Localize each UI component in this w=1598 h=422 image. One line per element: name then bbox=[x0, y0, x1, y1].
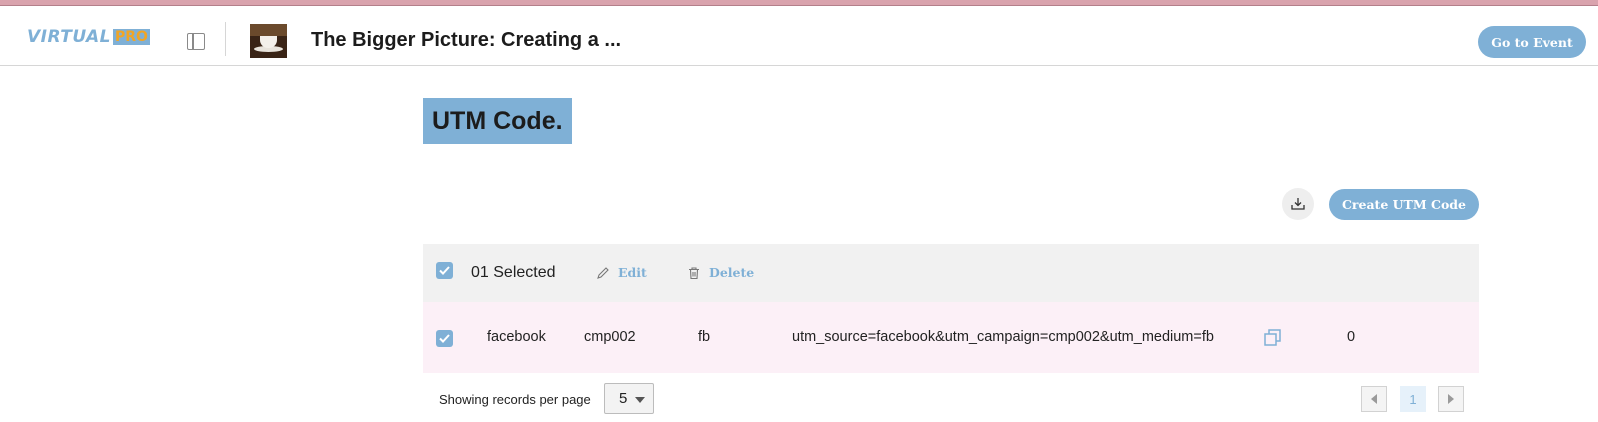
per-page-select[interactable]: 5 bbox=[604, 383, 654, 414]
selected-count: 01 Selected bbox=[471, 264, 556, 281]
event-thumbnail bbox=[250, 24, 287, 58]
download-icon bbox=[1291, 198, 1305, 210]
cell-campaign: cmp002 bbox=[584, 329, 636, 345]
utm-table: 01 Selected Edit Delete facebook cmp002 … bbox=[423, 244, 1479, 373]
pencil-icon bbox=[597, 266, 609, 279]
cell-medium: fb bbox=[698, 329, 711, 345]
cell-count: 0 bbox=[1347, 329, 1356, 345]
header-divider bbox=[225, 22, 226, 56]
page-title: UTM Code. bbox=[423, 98, 572, 144]
event-title: The Bigger Picture: Creating a ... bbox=[311, 29, 622, 51]
page-title-text: UTM Code. bbox=[432, 106, 563, 135]
download-button[interactable] bbox=[1282, 188, 1314, 220]
create-utm-code-button[interactable]: Create UTM Code bbox=[1329, 189, 1479, 220]
logo-virtual-text: VIRTUAL bbox=[27, 27, 111, 47]
copy-icon[interactable] bbox=[1263, 328, 1283, 348]
edit-button[interactable]: Edit bbox=[596, 265, 647, 280]
prev-page-button[interactable] bbox=[1361, 386, 1387, 412]
cell-utm-query: utm_source=facebook&utm_campaign=cmp002&… bbox=[792, 329, 1214, 345]
chevron-right-icon bbox=[1448, 394, 1454, 404]
cell-source: facebook bbox=[487, 329, 546, 345]
caret-down-icon bbox=[635, 397, 645, 403]
go-to-event-button[interactable]: Go to Event bbox=[1478, 26, 1586, 58]
sidebar-toggle-icon[interactable] bbox=[187, 33, 205, 50]
edit-label: Edit bbox=[618, 265, 647, 280]
brand-logo[interactable]: VIRTUAL PRO bbox=[27, 27, 150, 47]
table-row[interactable]: facebook cmp002 fb utm_source=facebook&u… bbox=[423, 302, 1479, 373]
next-page-button[interactable] bbox=[1438, 386, 1464, 412]
delete-button[interactable]: Delete bbox=[687, 265, 754, 280]
per-page-label: Showing records per page bbox=[439, 392, 591, 407]
logo-pro-text: PRO bbox=[112, 29, 150, 45]
table-footer: Showing records per page 5 1 bbox=[423, 382, 1479, 416]
per-page-value: 5 bbox=[619, 390, 628, 407]
row-checkbox[interactable] bbox=[436, 330, 453, 347]
trash-icon bbox=[689, 266, 699, 279]
app-header: VIRTUAL PRO The Bigger Picture: Creating… bbox=[0, 6, 1598, 66]
chevron-left-icon bbox=[1371, 394, 1377, 404]
delete-label: Delete bbox=[709, 265, 755, 280]
page-number-current[interactable]: 1 bbox=[1400, 386, 1426, 412]
select-all-checkbox[interactable] bbox=[436, 262, 453, 279]
selection-bar: 01 Selected Edit Delete bbox=[423, 244, 1479, 302]
